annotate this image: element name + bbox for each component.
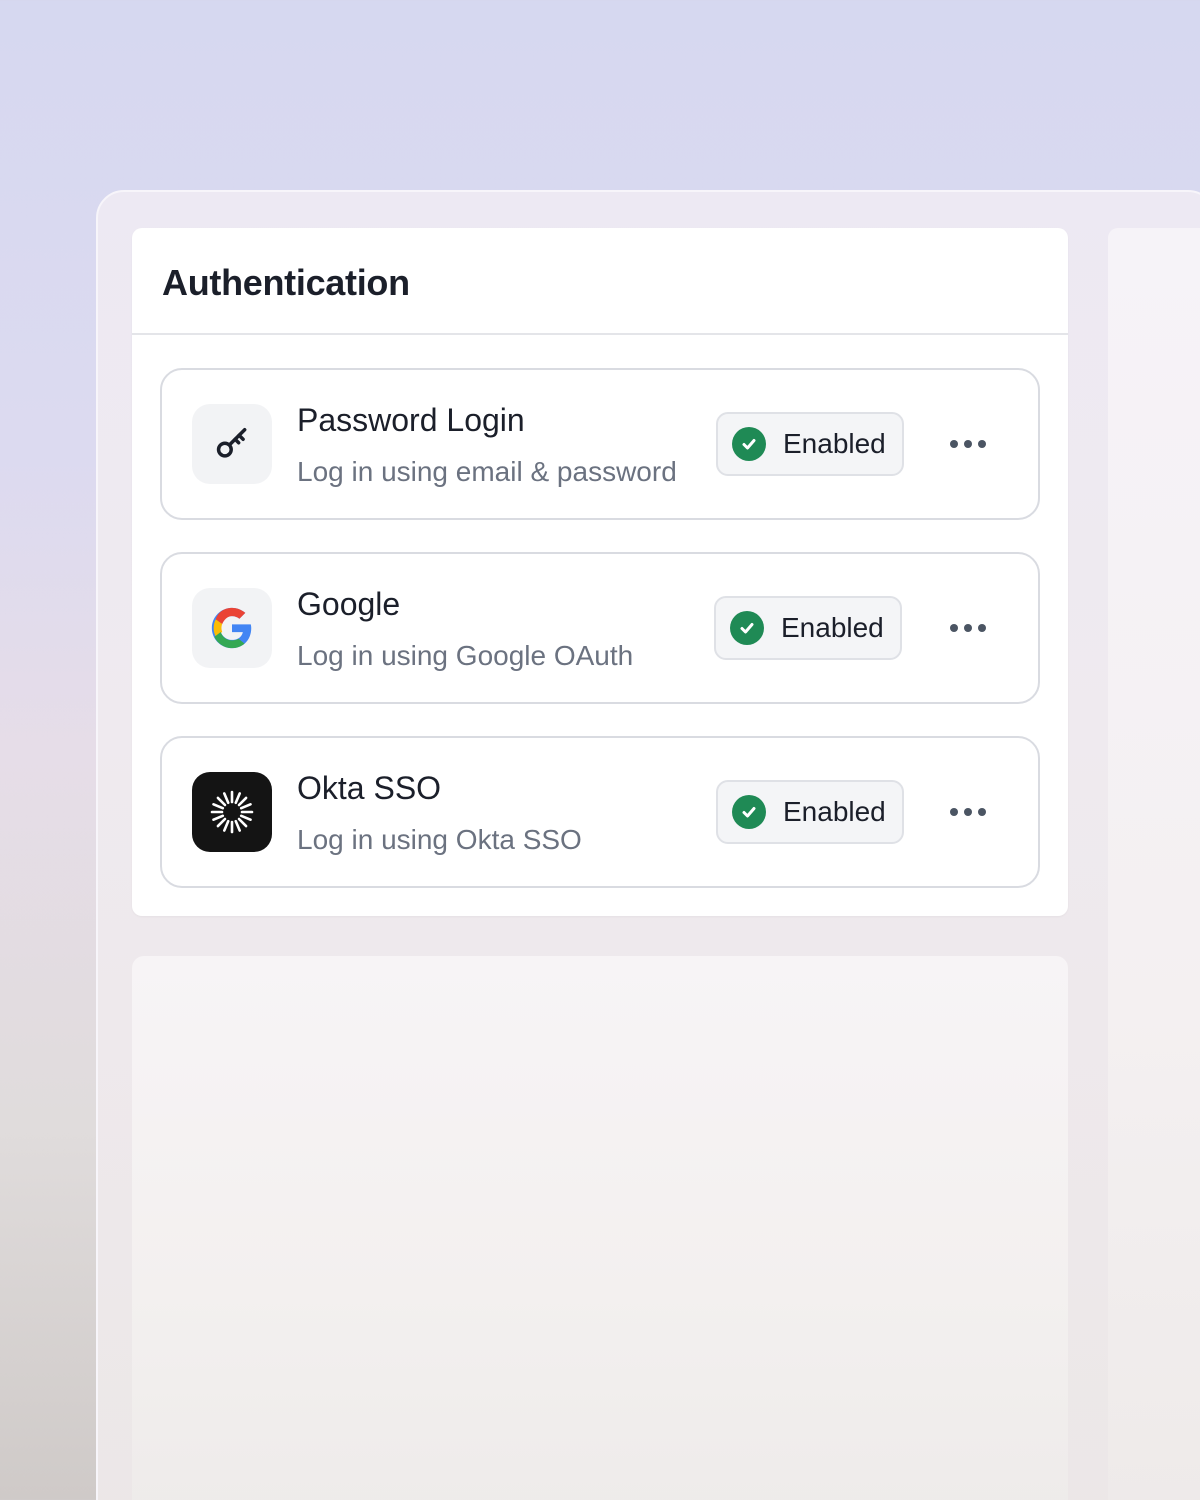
status-label: Enabled [783,796,886,827]
check-circle-icon [732,795,766,829]
method-icon-container [192,772,272,852]
method-name: Google [297,586,401,622]
key-icon [216,428,247,458]
method-name: Password Login [297,402,525,438]
check-circle-icon [732,427,766,461]
method-description: Log in using Google OAuth [297,640,634,671]
status-label: Enabled [783,428,886,459]
page-title: Authentication [162,262,410,303]
status-badge[interactable]: Enabled [714,596,902,660]
card-header: Authentication [132,228,1068,335]
status-label: Enabled [781,612,884,643]
more-options-icon[interactable] [946,426,990,462]
okta-icon [210,790,254,834]
authentication-card: Authentication Password Login Log in usi… [132,228,1068,916]
side-panel [1108,228,1200,1500]
auth-method-google[interactable]: Google Log in using Google OAuth Enabled [160,552,1040,704]
more-options-icon[interactable] [946,794,990,830]
status-badge[interactable]: Enabled [716,780,904,844]
method-icon-container [192,404,272,484]
google-icon [211,607,252,649]
method-description: Log in using Okta SSO [297,824,582,855]
auth-method-password[interactable]: Password Login Log in using email & pass… [160,368,1040,520]
more-options-icon[interactable] [946,610,990,646]
method-icon-container [192,588,272,668]
check-circle-icon [730,611,764,645]
method-name: Okta SSO [297,770,442,806]
placeholder-card [132,956,1068,1500]
method-description: Log in using email & password [297,456,677,487]
auth-method-okta[interactable]: Okta SSO Log in using Okta SSO Enabled [160,736,1040,888]
status-badge[interactable]: Enabled [716,412,904,476]
